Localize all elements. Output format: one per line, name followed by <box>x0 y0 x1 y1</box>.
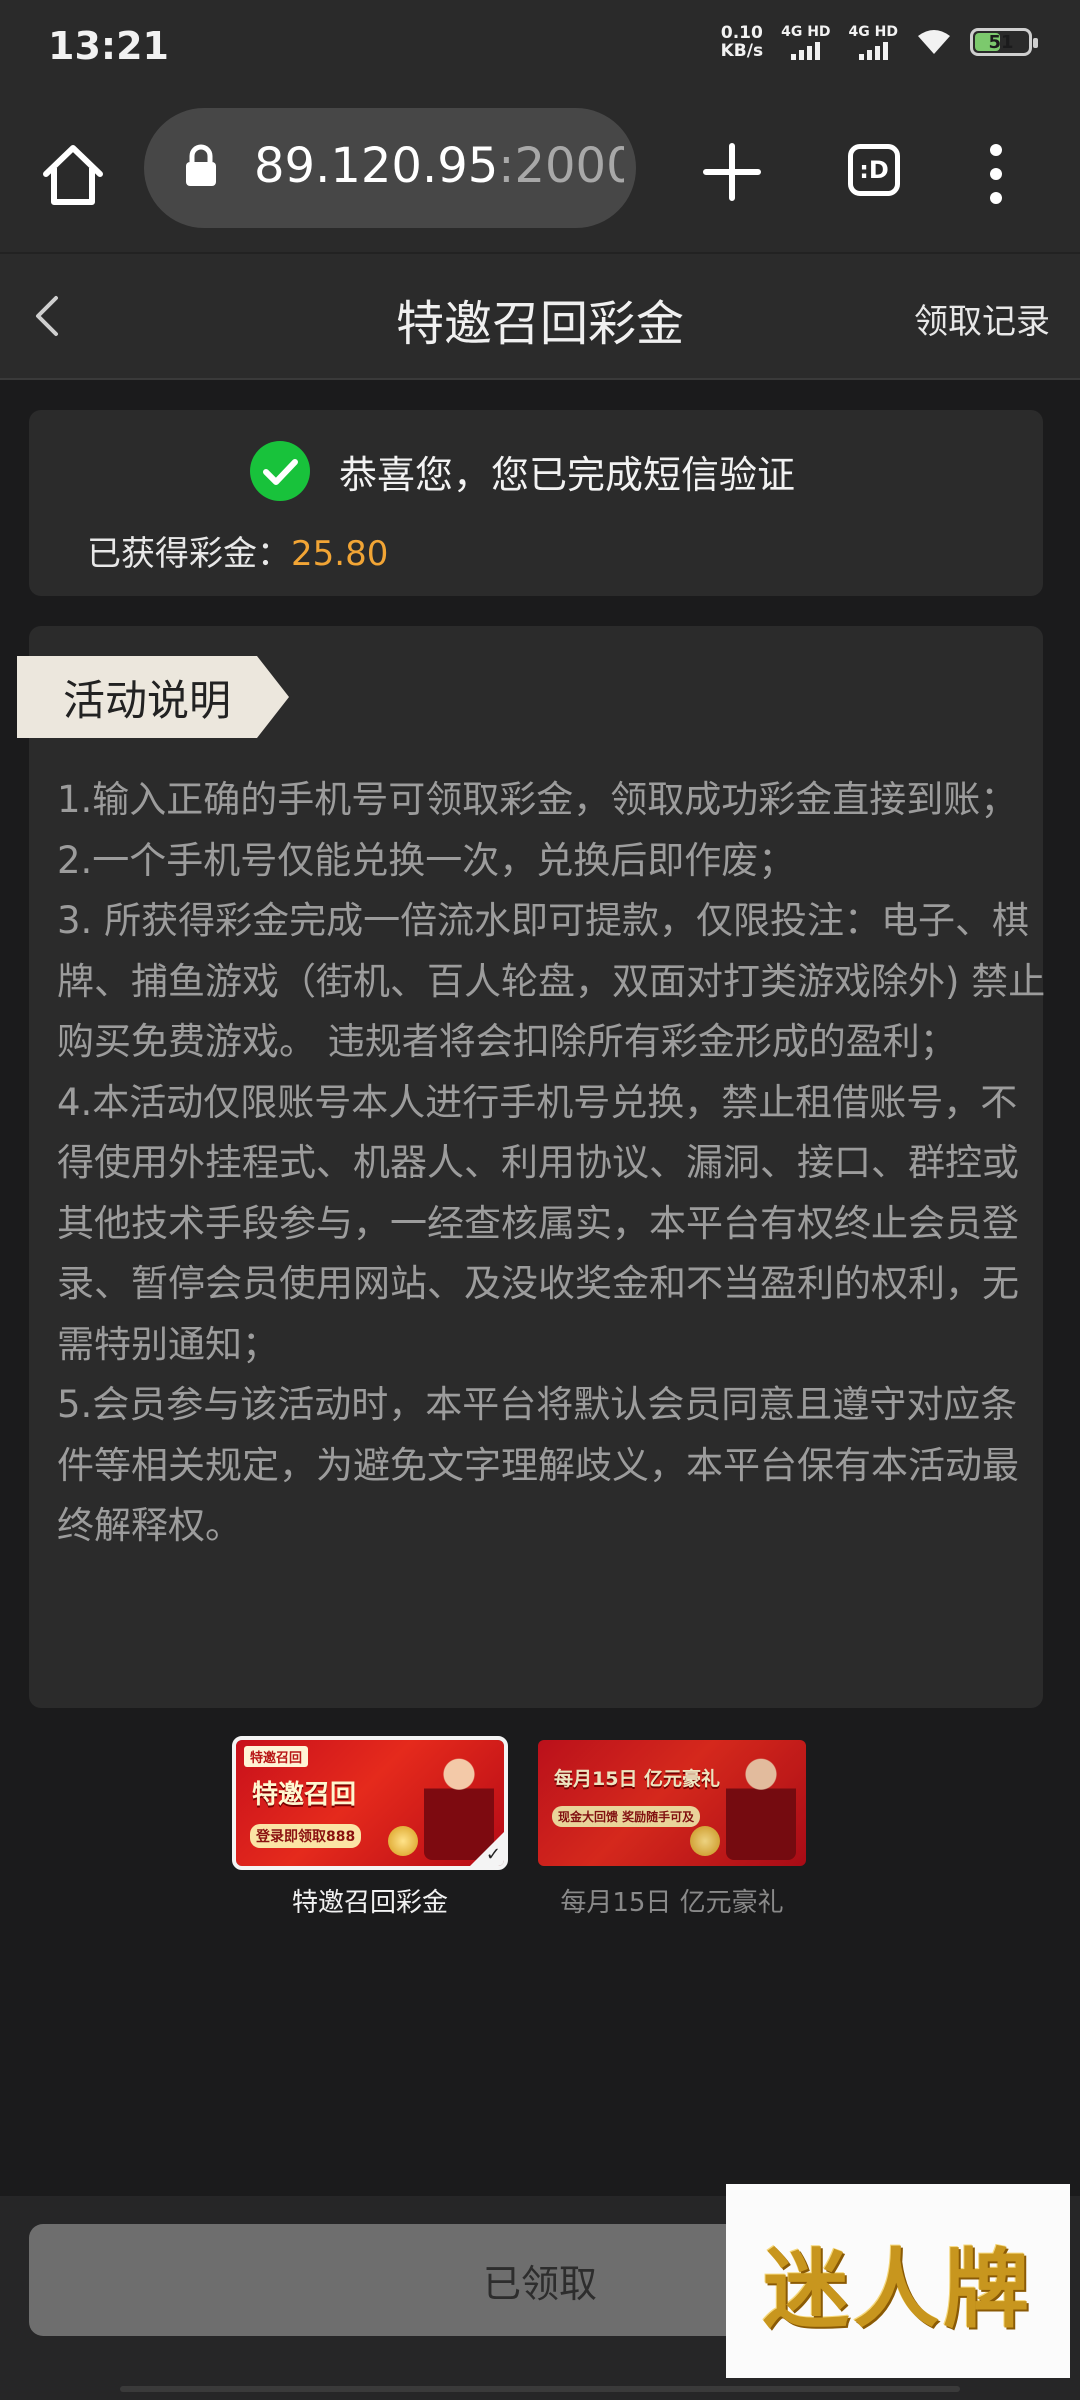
signal-bars-icon: 4G HD <box>849 25 898 60</box>
sim2-label: 4G HD <box>848 23 898 40</box>
url-host: 89.120.95 <box>254 138 499 194</box>
plus-icon[interactable] <box>700 140 764 204</box>
watermark-text: 迷人牌 <box>763 2238 1033 2340</box>
tab-switcher-icon[interactable]: :D <box>848 144 900 196</box>
gesture-nav-bar <box>120 2386 960 2392</box>
address-bar[interactable]: 89.120.95:20001 <box>144 108 636 228</box>
battery-level: 51 <box>988 31 1014 53</box>
rule-item: 5.会员参与该活动时，本平台将默认会员同意且遵守对应条件等相关规定，为避免文字理… <box>57 1383 1019 1547</box>
watermark-logo: 迷人牌 <box>726 2184 1070 2378</box>
page-header: 特邀召回彩金 领取记录 <box>0 254 1080 380</box>
network-speed: 0.10 KB/s <box>721 24 763 60</box>
more-vertical-icon[interactable] <box>982 142 1010 206</box>
rule-item: 3. 所获得彩金完成一倍流水即可提款，仅限投注：电子、棋牌、捕鱼游戏（街机、百人… <box>57 899 1046 1063</box>
promo-banner-monthly[interactable]: 每月15日 亿元豪礼 现金大回馈 奖励随手可及 <box>538 1740 806 1866</box>
banner-headline: 特邀召回 <box>252 1780 357 1810</box>
banner-subline: 现金大回馈 奖励随手可及 <box>552 1806 701 1827</box>
banner-headline: 每月15日 亿元豪礼 <box>554 1768 721 1790</box>
success-message: 恭喜您，您已完成短信验证 <box>339 453 796 497</box>
reward-label: 已获得彩金： <box>87 534 291 574</box>
network-speed-unit: KB/s <box>720 41 764 61</box>
check-circle-icon <box>250 441 310 501</box>
home-icon[interactable] <box>38 140 108 210</box>
network-speed-value: 0.10 <box>720 23 763 43</box>
banner-top-tag: 特邀召回 <box>244 1746 309 1767</box>
claim-records-link[interactable]: 领取记录 <box>914 294 1050 343</box>
banner-subline: 登录即领取888 <box>250 1824 362 1848</box>
rules-tag-label: 活动说明 <box>63 675 232 725</box>
sim1-label: 4G HD <box>781 23 831 40</box>
status-bar: 13:21 0.10 KB/s 4G HD 4G HD 51 <box>0 0 1080 98</box>
reward-amount: 25.80 <box>291 534 389 574</box>
tab-switcher-label: :D <box>859 156 889 184</box>
browser-toolbar: 89.120.95:20001 :D <box>0 98 1080 254</box>
rule-item: 1.输入正确的手机号可领取彩金，领取成功彩金直接到账； <box>57 778 1018 821</box>
rules-tag: 活动说明 <box>17 656 289 738</box>
checkmark-icon: ✓ <box>485 1844 501 1865</box>
rule-item: 4.本活动仅限账号本人进行手机号兑换，禁止租借账号，不得使用外挂程式、机器人、利… <box>57 1080 1019 1366</box>
url-port: :20001 <box>498 138 624 194</box>
wifi-icon <box>918 30 950 54</box>
rules-list: 1.输入正确的手机号可领取彩金，领取成功彩金直接到账； 2.一个手机号仅能兑换一… <box>57 770 1047 1557</box>
rule-item: 2.一个手机号仅能兑换一次，兑换后即作废； <box>57 838 796 882</box>
battery-icon: 51 <box>970 28 1038 56</box>
promo-banner-recall[interactable]: 特邀召回 特邀召回 登录即领取888 ✓ <box>232 1736 508 1870</box>
verification-success-card: 恭喜您，您已完成短信验证 已获得彩金：25.80 <box>29 410 1043 596</box>
lock-icon <box>186 144 216 186</box>
banner-caption[interactable]: 特邀召回彩金 <box>236 1882 504 1919</box>
status-time: 13:21 <box>48 24 169 68</box>
coin-icon <box>388 1826 418 1856</box>
signal-bars-icon: 4G HD <box>781 23 831 60</box>
url-text: 89.120.95:20001 <box>254 138 624 194</box>
coin-icon <box>690 1826 720 1856</box>
reward-line: 已获得彩金：25.80 <box>87 526 388 575</box>
activity-rules-card: 活动说明 1.输入正确的手机号可领取彩金，领取成功彩金直接到账； 2.一个手机号… <box>17 626 1045 1708</box>
status-indicators: 0.10 KB/s 4G HD 4G HD 51 <box>721 23 1038 60</box>
promotion-banner-strip: 特邀召回 特邀召回 登录即领取888 ✓ 每月15日 亿元豪礼 现金大回馈 奖励… <box>232 1736 814 1919</box>
model-figure-image <box>726 1750 796 1860</box>
banner-caption[interactable]: 每月15日 亿元豪礼 <box>538 1882 806 1919</box>
